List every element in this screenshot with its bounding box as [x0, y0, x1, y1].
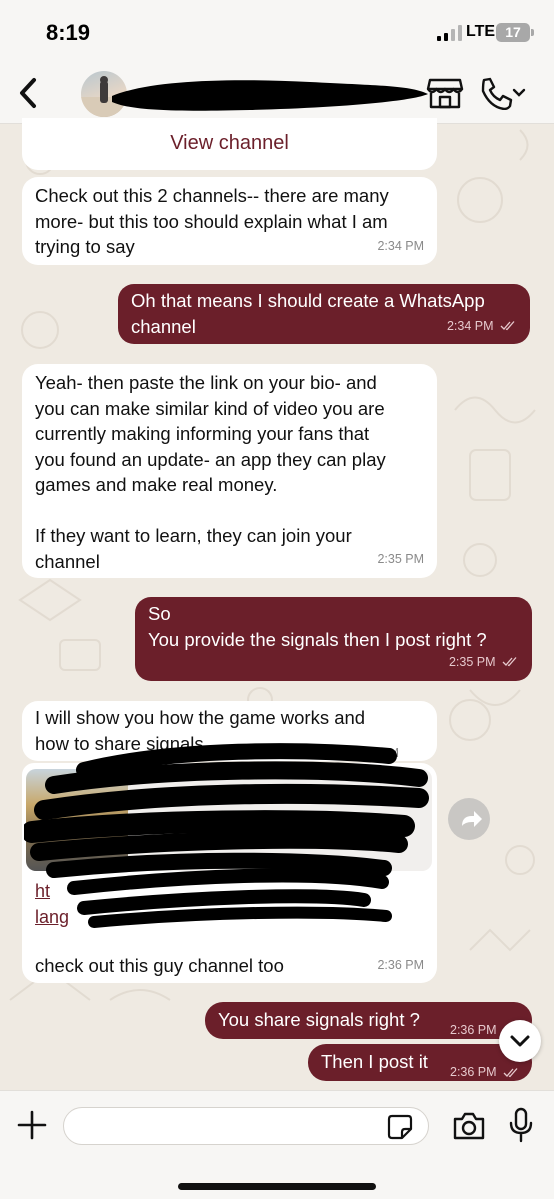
redaction-scribble: [24, 743, 429, 928]
battery-level: 17: [496, 23, 530, 42]
read-receipt-icon: [500, 321, 515, 331]
message-time-text: 2:36 PM: [450, 1065, 497, 1079]
network-type: LTE: [466, 23, 496, 40]
signal-strength-icon: [437, 25, 462, 41]
message-text: Oh that means I should create a WhatsApp…: [131, 290, 485, 337]
message-time: 2:35 PM: [377, 551, 424, 566]
status-time: 8:19: [46, 20, 91, 45]
message-input[interactable]: [63, 1107, 429, 1145]
voice-note-button[interactable]: [508, 1107, 534, 1143]
sticker-icon: [387, 1114, 413, 1140]
chat-header: [0, 62, 554, 124]
message-time: 2:36 PM: [377, 957, 424, 972]
message-text: You share signals right ?: [218, 1009, 420, 1030]
message-outgoing: So You provide the signals then I post r…: [135, 597, 532, 681]
phone-icon: [481, 77, 513, 110]
contact-name-redacted[interactable]: [110, 76, 430, 116]
plus-icon: [17, 1110, 47, 1140]
back-button[interactable]: [12, 74, 44, 112]
message-time: 2:34 PM: [447, 314, 516, 340]
message-time: 2:36 PM: [450, 1023, 497, 1037]
message-composer: [0, 1090, 554, 1199]
message-text: check out this guy channel too: [35, 955, 284, 976]
camera-icon: [453, 1112, 485, 1140]
microphone-icon: [509, 1107, 533, 1143]
message-incoming: Check out this 2 channels-- there are ma…: [22, 177, 437, 265]
chevron-left-icon: [20, 78, 36, 108]
message-time: 2:35 PM: [449, 650, 518, 676]
status-bar: 8:19 LTE 17: [0, 0, 554, 62]
chevron-down-icon: [510, 1035, 530, 1047]
sticker-button[interactable]: [386, 1113, 414, 1141]
read-receipt-icon: [503, 1067, 518, 1078]
storefront-icon: [426, 78, 464, 109]
message-text: Check out this 2 channels-- there are ma…: [35, 185, 389, 257]
message-time: 2:34 PM: [377, 238, 424, 253]
forward-button[interactable]: [448, 798, 490, 840]
message-text: Then I post it: [321, 1051, 428, 1072]
business-catalog-button[interactable]: [426, 76, 464, 110]
message-outgoing: You share signals right ? 2:36 PM: [205, 1002, 532, 1039]
message-text: So You provide the signals then I post r…: [148, 603, 487, 650]
message-time-text: 2:35 PM: [448, 654, 496, 669]
message-time-text: 2:34 PM: [446, 318, 494, 333]
camera-button[interactable]: [452, 1111, 486, 1141]
message-outgoing: Oh that means I should create a WhatsApp…: [118, 284, 530, 344]
message-time: 2:36 PM: [450, 1060, 519, 1086]
home-indicator: [178, 1183, 376, 1190]
forward-arrow-icon: [462, 811, 482, 827]
battery-cap: [531, 29, 534, 36]
chevron-down-icon: [512, 88, 526, 97]
read-receipt-icon: [502, 657, 517, 667]
scroll-to-bottom-button[interactable]: [499, 1020, 541, 1062]
message-incoming: Yeah- then paste the link on your bio- a…: [22, 364, 437, 578]
view-channel-button[interactable]: View channel: [22, 118, 437, 170]
attach-button[interactable]: [16, 1109, 48, 1141]
voice-call-button[interactable]: [476, 76, 526, 110]
message-text: Yeah- then paste the link on your bio- a…: [35, 372, 386, 572]
